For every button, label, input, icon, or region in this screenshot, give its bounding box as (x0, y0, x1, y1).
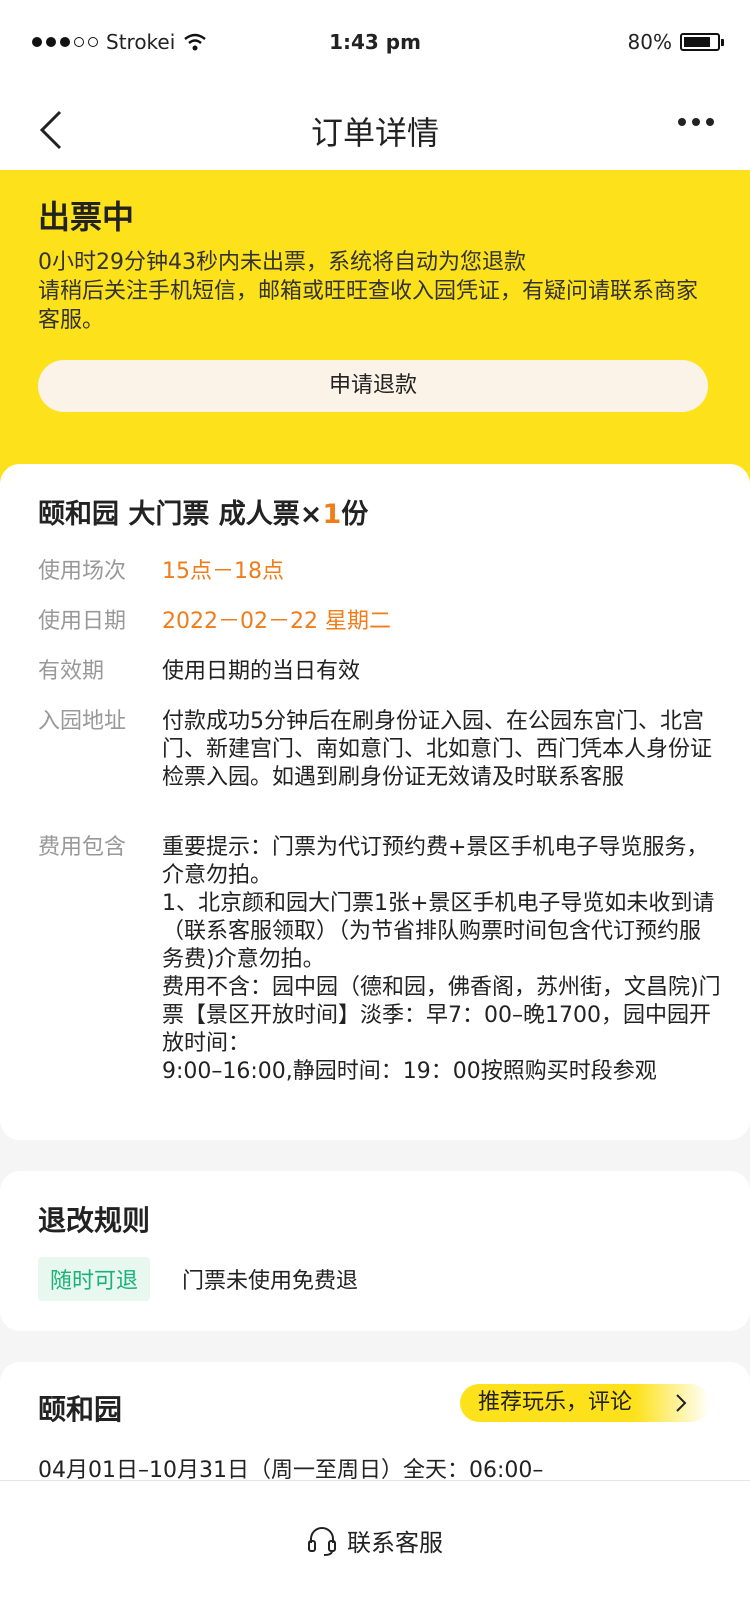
status-bar: Strokei 1:43 pm 80% (0, 0, 750, 90)
session-label: 使用场次 (38, 559, 127, 584)
page-title: 订单详情 (310, 114, 439, 152)
address-value: 付款成功5分钟后在刷身份证入园、在公园东宫门、北宫门、新建宫门、南如意门、北如意… (162, 709, 713, 790)
contact-service-button[interactable]: 联系客服 (0, 1523, 750, 1558)
headset-icon (308, 1526, 336, 1556)
address-label: 入园地址 (38, 709, 127, 734)
session-row: 使用场次 15点－18点 (38, 558, 718, 588)
battery-percent: 80% (627, 30, 672, 54)
bottom-bar: 联系客服 (0, 1480, 750, 1624)
fee-row: 费用包含 重要提示：门票为代订预约费+景区手机电子导览服务，介意勿拍。 1、北京… (38, 834, 721, 1094)
countdown-text: 0小时29分钟43秒内未出票，系统将自动为您退款 (38, 250, 526, 275)
fee-value: 重要提示：门票为代订预约费+景区手机电子导览服务，介意勿拍。 1、北京颜和园大门… (162, 835, 721, 1084)
ticket-title-suffix: 份 (341, 499, 369, 530)
battery-icon (680, 33, 724, 51)
battery-info: 80% (627, 30, 724, 54)
validity-row: 有效期 使用日期的当日有效 (38, 658, 718, 688)
notice-text: 请稍后关注手机短信，邮箱或旺旺查收入园凭证，有疑问请联系商家客服。 (38, 279, 699, 333)
date-value: 2022－02－22 星期二 (162, 609, 391, 634)
recommend-label: 推荐玩乐，评论 (478, 1390, 633, 1415)
validity-label: 有效期 (38, 659, 105, 684)
status-description: 0小时29分钟43秒内未出票，系统将自动为您退款 请稍后关注手机短信，邮箱或旺旺… (38, 248, 718, 335)
refund-button[interactable]: 申请退款 (38, 360, 708, 412)
validity-value: 使用日期的当日有效 (162, 659, 361, 684)
date-row: 使用日期 2022－02－22 星期二 (38, 608, 718, 638)
ticket-quantity: 1 (322, 499, 342, 530)
address-row: 入园地址 付款成功5分钟后在刷身份证入园、在公园东宫门、北宫门、新建宫门、南如意… (38, 708, 718, 820)
refund-rules-card: 退改规则 随时可退 门票未使用免费退 (0, 1171, 750, 1331)
date-label: 使用日期 (38, 609, 127, 634)
more-options-icon[interactable] (678, 118, 714, 126)
contact-service-label: 联系客服 (347, 1529, 443, 1557)
ticket-title: 颐和园 大门票 成人票×1份 (38, 492, 368, 531)
refund-anytime-badge: 随时可退 (38, 1257, 151, 1301)
venue-title: 颐和园 (38, 1393, 123, 1426)
rules-title: 退改规则 (38, 1204, 151, 1237)
nav-bar: 订单详情 (0, 90, 750, 170)
status-title: 出票中 (38, 198, 135, 236)
session-value: 15点－18点 (162, 559, 284, 584)
ticket-info-card: 颐和园 大门票 成人票×1份 使用场次 15点－18点 使用日期 2022－02… (0, 464, 750, 1140)
recommend-button[interactable]: 推荐玩乐，评论 (460, 1384, 710, 1422)
fee-label: 费用包含 (38, 835, 127, 860)
ticket-title-prefix: 颐和园 大门票 成人票× (38, 499, 323, 530)
rule-text: 门票未使用免费退 (182, 1269, 359, 1294)
ticket-status-banner: 出票中 0小时29分钟43秒内未出票，系统将自动为您退款 请稍后关注手机短信，邮… (0, 170, 750, 500)
chevron-right-icon (676, 1394, 687, 1412)
